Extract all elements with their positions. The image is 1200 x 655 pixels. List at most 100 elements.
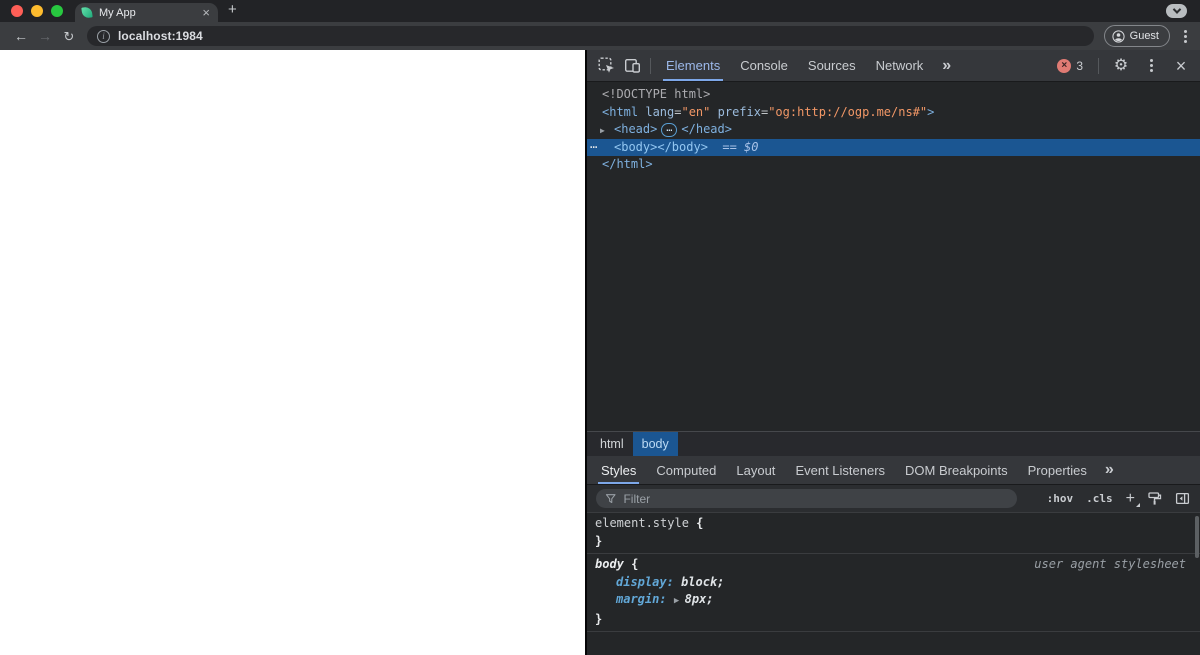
toolbar-divider	[1098, 57, 1099, 74]
tab-search-button[interactable]	[1166, 4, 1187, 18]
issues-badge[interactable]: × 3	[1051, 58, 1089, 73]
devtools-tab-network[interactable]: Network	[866, 50, 934, 81]
dom-row-4[interactable]: </html>	[587, 156, 1200, 174]
toggle-element-classes[interactable]: .cls	[1086, 492, 1113, 505]
profile-label: Guest	[1129, 30, 1159, 42]
devtools-panel-tabs: Elements Console Sources Network	[656, 50, 933, 81]
dom-token-doctype: <!DOCTYPE html>	[602, 87, 711, 101]
dom-token-tag: <body>	[614, 139, 658, 154]
devtools-tab-console[interactable]: Console	[730, 50, 798, 81]
devtools-panel: Elements Console Sources Network » × 3 ⚙ × …	[585, 50, 1200, 655]
styles-rules: element.style {} body { user agent stylesh…	[587, 513, 1200, 655]
dom-row-2[interactable]: ▶ <head>… </head>	[587, 121, 1200, 139]
css-rule-body: body { user agent stylesheet display: bloc…	[587, 554, 1200, 632]
forward-button: →	[38, 28, 52, 44]
breadcrumb-item-body[interactable]: body	[632, 432, 678, 456]
css-property-margin[interactable]: margin: ▶ 8px;	[587, 591, 1200, 611]
filter-input[interactable]	[623, 491, 1008, 506]
inspect-cursor-icon	[598, 57, 614, 73]
collapsed-content-badge[interactable]: …	[661, 123, 678, 137]
dom-token-tag: >	[927, 104, 935, 119]
devtools-tab-sources[interactable]: Sources	[798, 50, 866, 81]
styles-tab-layout[interactable]: Layout	[726, 456, 785, 484]
devtools-tab-elements[interactable]: Elements	[656, 50, 730, 81]
dom-token-attr: lang	[638, 104, 675, 119]
property-value: 8px;	[684, 592, 714, 606]
style-toggle-group: :hov .cls +	[1047, 490, 1141, 507]
rule-close-brace: }	[595, 533, 603, 548]
dom-token-hint: == $0	[707, 139, 759, 154]
settings-button[interactable]: ⚙	[1108, 53, 1134, 79]
device-toolbar-icon	[624, 59, 640, 73]
expand-arrow-icon[interactable]: ▶	[674, 593, 685, 611]
paint-roller-icon	[1147, 492, 1161, 505]
device-toolbar-button[interactable]	[619, 53, 645, 79]
scrollbar-thumb[interactable]	[1195, 516, 1199, 558]
tab-close-icon[interactable]: ×	[201, 6, 211, 19]
reload-button[interactable]: ↻	[57, 30, 81, 43]
css-property-display[interactable]: display: block;	[587, 574, 1200, 592]
rule-open-brace: {	[688, 516, 704, 530]
rule-selector[interactable]: element.style	[595, 515, 689, 533]
dom-token-tag: <head>	[614, 122, 658, 136]
dom-row-0[interactable]: <!DOCTYPE html>	[587, 86, 1200, 104]
styles-pane-tabs: Styles Computed Layout Event Listeners DOM B…	[587, 456, 1200, 485]
inspect-element-button[interactable]	[593, 53, 619, 79]
toggle-element-state[interactable]: :hov	[1047, 492, 1074, 505]
devtools-menu-button[interactable]	[1138, 53, 1164, 79]
dom-token-tag: </html>	[602, 157, 653, 171]
sidebar-panel-icon	[1175, 492, 1189, 505]
favicon-leaf-icon	[81, 6, 93, 19]
filter-field[interactable]	[596, 489, 1017, 508]
back-button[interactable]: ←	[9, 29, 33, 43]
tab-title: My App	[99, 6, 136, 19]
web-page-viewport[interactable]	[0, 50, 585, 655]
browser-tab[interactable]: My App ×	[75, 3, 218, 22]
rendering-emulation-button[interactable]	[1145, 486, 1163, 512]
more-panels-button[interactable]: »	[933, 57, 959, 75]
fullscreen-window-button[interactable]	[51, 5, 63, 17]
styles-tab-styles[interactable]: Styles	[591, 456, 646, 484]
devtools-toolbar: Elements Console Sources Network » × 3 ⚙ ×	[587, 50, 1200, 82]
row-menu-ellipsis-icon[interactable]: ⋯	[590, 139, 598, 157]
browser-window: My App × + ← → ↻ i localhost:1984 Guest	[0, 0, 1200, 655]
url-text[interactable]: localhost:1984	[118, 29, 203, 43]
more-style-tabs-button[interactable]: »	[1097, 456, 1121, 484]
styles-tab-dom-breakpoints[interactable]: DOM Breakpoints	[895, 456, 1018, 484]
guest-avatar-icon	[1112, 29, 1125, 43]
toggle-sidebar-button[interactable]	[1173, 486, 1191, 512]
expand-arrow-icon[interactable]: ▶	[600, 122, 605, 140]
rule-open-brace: {	[623, 557, 639, 571]
rule-selector[interactable]: body	[595, 556, 624, 574]
close-window-button[interactable]	[11, 5, 23, 17]
rule-origin: user agent stylesheet	[1034, 557, 1186, 571]
dom-row-3[interactable]: ⋯ <body></body> == $0	[587, 138, 1200, 157]
styles-tab-computed[interactable]: Computed	[646, 456, 726, 484]
dom-row-1[interactable]: <html lang="en" prefix="og:http://ogp.me…	[587, 104, 1200, 122]
styles-tab-event-listeners[interactable]: Event Listeners	[785, 456, 895, 484]
property-name: display	[616, 574, 667, 589]
property-name: margin	[616, 592, 660, 606]
property-value: block;	[681, 574, 725, 589]
error-icon: ×	[1057, 58, 1072, 73]
content-area: Elements Console Sources Network » × 3 ⚙ × …	[0, 50, 1200, 655]
dom-tree: <!DOCTYPE html> <html lang="en" prefix="o…	[587, 82, 1200, 431]
browser-menu-button[interactable]	[1180, 29, 1191, 43]
dom-token-attr: prefix	[710, 104, 761, 119]
devtools-toolbar-right: × 3 ⚙ ×	[1051, 53, 1194, 79]
address-bar[interactable]: i localhost:1984	[87, 26, 1094, 46]
close-devtools-button[interactable]: ×	[1168, 53, 1194, 79]
profile-button[interactable]: Guest	[1103, 25, 1170, 47]
tab-strip: My App × +	[0, 0, 1200, 22]
styles-tab-properties[interactable]: Properties	[1018, 456, 1097, 484]
new-tab-button[interactable]: +	[228, 2, 237, 17]
breadcrumb-item-html[interactable]: html	[591, 432, 633, 456]
site-info-icon[interactable]: i	[97, 29, 110, 43]
filter-funnel-icon	[605, 493, 616, 503]
new-style-rule[interactable]: +	[1126, 490, 1141, 507]
minimize-window-button[interactable]	[31, 5, 43, 17]
breadcrumb: html body	[587, 431, 1200, 456]
dom-token-val: "og:http://ogp.me/ns#"	[768, 104, 928, 119]
property-colon: :	[666, 574, 682, 589]
dom-token-tag: </body>	[657, 139, 708, 154]
